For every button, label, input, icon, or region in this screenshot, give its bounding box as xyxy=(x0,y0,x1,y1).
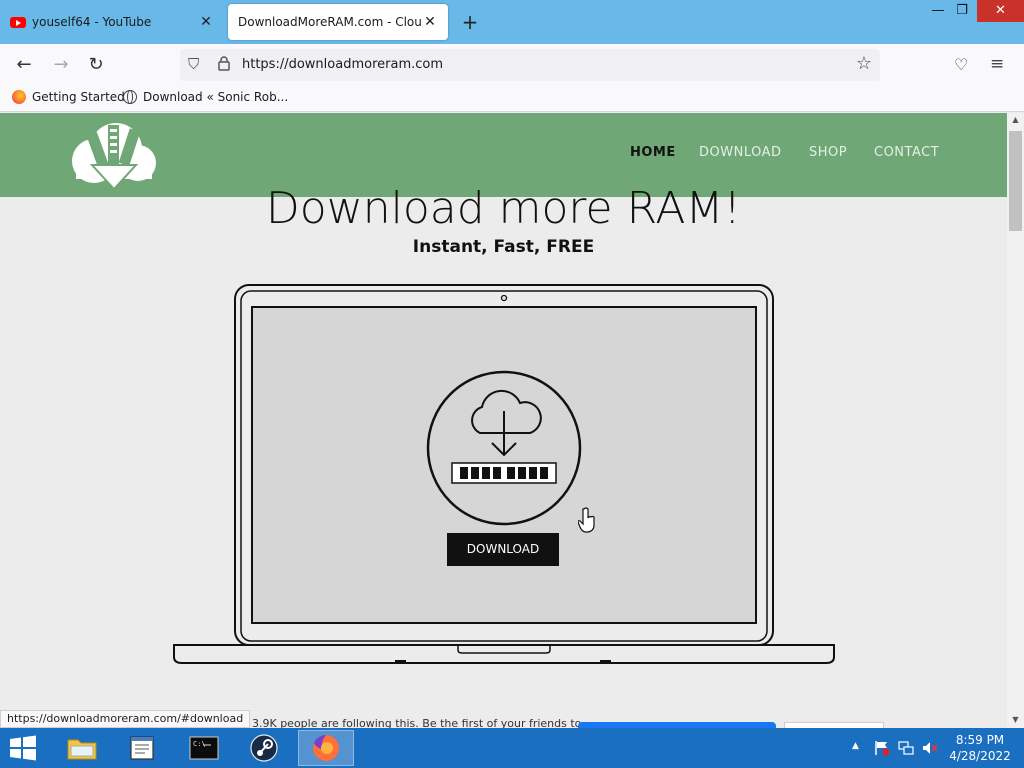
page-scrollbar[interactable]: ▲ ▼ xyxy=(1007,113,1024,728)
forward-button[interactable]: → xyxy=(48,53,74,77)
scroll-thumb[interactable] xyxy=(1009,131,1022,231)
nav-contact[interactable]: CONTACT xyxy=(874,145,939,160)
hamburger-menu-icon[interactable]: ≡ xyxy=(990,54,1004,74)
tracking-shield-icon[interactable]: ⛉ xyxy=(188,55,199,73)
scroll-up-arrow-icon[interactable]: ▲ xyxy=(1007,115,1024,124)
hand-cursor-icon xyxy=(578,507,595,533)
firefox-icon xyxy=(313,735,339,761)
clock-date: 4/28/2022 xyxy=(949,749,1011,763)
terminal-icon: C:\ xyxy=(189,736,219,760)
taskbar-firefox[interactable] xyxy=(298,730,354,766)
clock-time: 8:59 PM xyxy=(955,733,1005,747)
browser-toolbar: ← → ↻ ⛉ https://downloadmoreram.com ☆ ♡ … xyxy=(0,44,1024,86)
network-icon[interactable] xyxy=(898,740,914,756)
close-window-button[interactable]: ✕ xyxy=(977,0,1024,22)
taskbar-notepad[interactable] xyxy=(114,730,170,766)
page-viewport: HOME DOWNLOAD SHOP CONTACT Download more… xyxy=(0,113,1007,728)
url-text[interactable]: https://downloadmoreram.com xyxy=(242,57,443,72)
taskbar-command-prompt[interactable]: C:\ xyxy=(176,730,232,766)
action-center-flag-icon[interactable] xyxy=(874,740,890,756)
new-tab-button[interactable]: + xyxy=(458,10,482,34)
bookmark-label: Download « Sonic Rob... xyxy=(143,90,289,104)
page-title: Download more RAM! xyxy=(265,183,742,234)
page-subtitle: Instant, Fast, FREE xyxy=(412,237,595,257)
firefox-icon xyxy=(12,90,26,104)
download-button[interactable]: DOWNLOAD xyxy=(447,533,559,566)
lock-icon[interactable] xyxy=(218,56,230,71)
back-button[interactable]: ← xyxy=(11,53,37,77)
tab-title: DownloadMoreRAM.com - CloudRAM xyxy=(238,15,422,29)
nav-home[interactable]: HOME xyxy=(630,145,676,160)
scroll-down-arrow-icon[interactable]: ▼ xyxy=(1007,715,1024,724)
svg-text:C:\: C:\ xyxy=(193,740,206,748)
tab-downloadmoreram[interactable]: DownloadMoreRAM.com - CloudRAM ✕ xyxy=(228,4,448,40)
reload-button[interactable]: ↻ xyxy=(83,53,109,77)
windows-taskbar: C:\ ▲ 8:59 PM 4/28/2022 xyxy=(0,728,1024,768)
social-follow-text: 3.9K people are following this. Be the f… xyxy=(252,717,582,728)
volume-muted-icon[interactable] xyxy=(922,740,938,756)
browser-titlebar: youself64 - YouTube ✕ DownloadMoreRAM.co… xyxy=(0,0,1024,44)
tab-title: youself64 - YouTube xyxy=(32,15,152,29)
bookmark-getting-started[interactable]: Getting Started xyxy=(12,90,125,104)
bookmark-star-icon[interactable]: ☆ xyxy=(856,53,872,74)
link-status-tooltip: https://downloadmoreram.com/#download xyxy=(0,710,251,728)
bookmark-label: Getting Started xyxy=(32,90,125,104)
pocket-icon[interactable]: ♡ xyxy=(954,55,968,74)
nav-download[interactable]: DOWNLOAD xyxy=(699,145,782,160)
tab-close-icon[interactable]: ✕ xyxy=(198,14,214,30)
bookmarks-bar: Getting Started Download « Sonic Rob... xyxy=(0,86,1024,112)
address-bar[interactable]: ⛉ https://downloadmoreram.com ☆ xyxy=(180,49,880,81)
nav-shop[interactable]: SHOP xyxy=(809,145,847,160)
document-window-icon xyxy=(130,736,154,760)
system-clock[interactable]: 8:59 PM 4/28/2022 xyxy=(946,732,1014,764)
folder-icon xyxy=(67,739,97,760)
restore-button[interactable]: ❐ xyxy=(947,0,977,22)
taskbar-file-explorer[interactable] xyxy=(54,730,110,766)
youtube-icon xyxy=(10,16,26,28)
ram-cloud-logo-icon[interactable] xyxy=(68,117,160,193)
tray-expand-icon[interactable]: ▲ xyxy=(852,741,859,751)
tab-close-icon[interactable]: ✕ xyxy=(422,14,438,30)
steam-icon xyxy=(250,734,278,762)
windows-start-icon[interactable] xyxy=(8,735,38,761)
taskbar-steam[interactable] xyxy=(236,730,292,766)
laptop-illustration xyxy=(173,284,835,664)
bookmark-download-sonic[interactable]: Download « Sonic Rob... xyxy=(123,90,288,104)
globe-icon xyxy=(123,90,137,104)
tab-youtube[interactable]: youself64 - YouTube ✕ xyxy=(0,4,224,40)
